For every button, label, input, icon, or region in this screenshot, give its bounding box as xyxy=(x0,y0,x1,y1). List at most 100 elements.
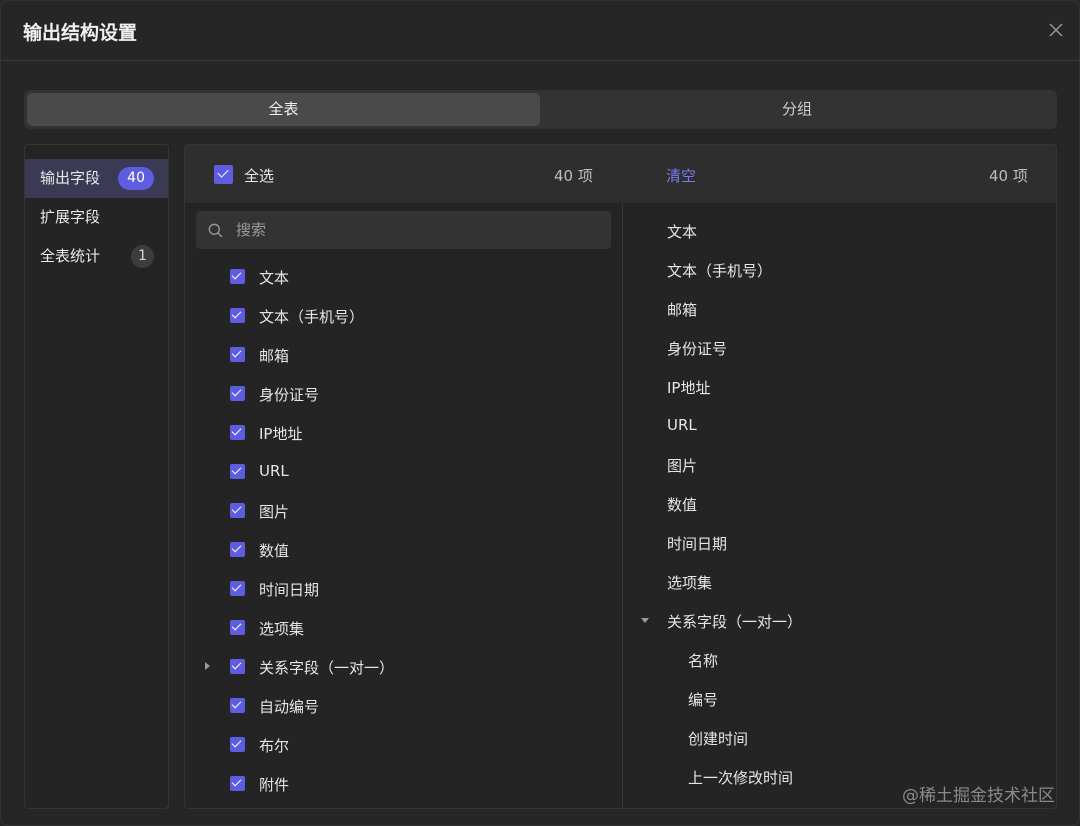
sidebar-item-label: 输出字段 xyxy=(40,169,101,187)
field-checkbox[interactable] xyxy=(230,269,245,284)
field-label: IP地址 xyxy=(259,425,303,443)
selected-field-row: 文本（手机号） xyxy=(623,250,1056,289)
selected-field-label: 上一次修改时间 xyxy=(688,769,794,787)
field-label: 数值 xyxy=(259,542,290,560)
field-row[interactable]: 附件 xyxy=(185,764,622,803)
field-row[interactable]: IP地址 xyxy=(185,413,622,452)
field-checkbox[interactable] xyxy=(230,503,245,518)
selected-field-label: 选项集 xyxy=(667,574,713,592)
field-checkbox[interactable] xyxy=(230,581,245,596)
output-structure-dialog: 输出结构设置 全表 分组 输出字段 40 扩展字段 全表统计 1 全选 40 项… xyxy=(0,0,1080,826)
sidebar-item-extended-fields[interactable]: 扩展字段 xyxy=(25,198,168,237)
selected-field-row: 文本 xyxy=(623,211,1056,250)
field-checkbox[interactable] xyxy=(230,464,245,479)
selected-field-row: 身份证号 xyxy=(623,328,1056,367)
field-label: 文本（手机号） xyxy=(259,308,365,326)
field-label: 自动编号 xyxy=(259,698,320,716)
field-label: 时间日期 xyxy=(259,581,320,599)
selected-field-label: URL xyxy=(667,416,697,434)
field-transfer-panel: 全选 40 项 清空 40 项 文本文本（手机号）邮箱身份证号IP地址URL图片… xyxy=(184,144,1057,809)
sidebar-item-table-stats[interactable]: 全表统计 1 xyxy=(25,237,168,276)
field-row[interactable]: 图片 xyxy=(185,491,622,530)
caret-down-icon[interactable] xyxy=(641,618,649,623)
selected-field-label: 图片 xyxy=(667,457,698,475)
selected-field-row: 选项集 xyxy=(623,562,1056,601)
field-checkbox[interactable] xyxy=(230,347,245,362)
dialog-title: 输出结构设置 xyxy=(23,22,138,44)
field-checkbox[interactable] xyxy=(230,542,245,557)
selected-field-label: 时间日期 xyxy=(667,535,728,553)
count-badge: 1 xyxy=(131,245,154,268)
selected-field-row: 邮箱 xyxy=(623,289,1056,328)
field-row[interactable]: 布尔 xyxy=(185,725,622,764)
sidebar-item-output-fields[interactable]: 输出字段 40 xyxy=(25,159,168,198)
panel-header: 全选 40 项 清空 40 项 xyxy=(185,145,1056,203)
close-icon xyxy=(1049,23,1063,37)
selected-field-label: 文本 xyxy=(667,223,698,241)
watermark: @稀土掘金技术社区 xyxy=(902,786,1055,806)
selected-field-label: 身份证号 xyxy=(667,340,728,358)
field-row[interactable]: 时间日期 xyxy=(185,569,622,608)
search-box xyxy=(196,211,611,249)
dialog-header: 输出结构设置 xyxy=(1,1,1080,61)
selected-field-row: 图片 xyxy=(623,445,1056,484)
field-checkbox[interactable] xyxy=(230,737,245,752)
search-input[interactable] xyxy=(236,211,596,249)
selected-field-label: 邮箱 xyxy=(667,301,698,319)
right-count: 40 项 xyxy=(989,167,1028,185)
field-checkbox[interactable] xyxy=(230,659,245,674)
field-row[interactable]: 数值 xyxy=(185,530,622,569)
tab-group[interactable]: 分组 xyxy=(540,93,1054,126)
count-badge: 40 xyxy=(118,167,154,190)
field-checkbox[interactable] xyxy=(230,425,245,440)
field-checkbox[interactable] xyxy=(230,698,245,713)
view-mode-tabs: 全表 分组 xyxy=(24,90,1057,129)
selected-field-label: 编号 xyxy=(688,691,719,709)
field-label: URL xyxy=(259,462,289,480)
tab-full-table[interactable]: 全表 xyxy=(27,93,540,126)
caret-right-icon[interactable] xyxy=(205,662,210,670)
clear-button[interactable]: 清空 xyxy=(666,165,696,186)
left-count: 40 项 xyxy=(554,167,593,185)
selected-field-label: IP地址 xyxy=(667,379,711,397)
field-label: 附件 xyxy=(259,776,290,794)
close-button[interactable] xyxy=(1047,21,1065,39)
field-label: 身份证号 xyxy=(259,386,320,404)
selected-field-row: 编号 xyxy=(623,679,1056,718)
selected-field-label: 关系字段（一对一） xyxy=(667,613,803,631)
field-label: 选项集 xyxy=(259,620,305,638)
field-row[interactable]: 自动编号 xyxy=(185,686,622,725)
field-label: 邮箱 xyxy=(259,347,290,365)
selected-field-label: 数值 xyxy=(667,496,698,514)
field-checkbox[interactable] xyxy=(230,620,245,635)
field-row[interactable]: 文本（手机号） xyxy=(185,296,622,335)
field-row[interactable]: 选项集 xyxy=(185,608,622,647)
field-row[interactable]: URL xyxy=(185,452,622,491)
selected-field-row: IP地址 xyxy=(623,367,1056,406)
sidebar-item-label: 全表统计 xyxy=(40,247,101,265)
selected-field-row: URL xyxy=(623,406,1056,445)
selected-field-label: 文本（手机号） xyxy=(667,262,773,280)
field-label: 布尔 xyxy=(259,737,290,755)
sidebar: 输出字段 40 扩展字段 全表统计 1 xyxy=(24,144,169,809)
selected-field-row: 名称 xyxy=(623,640,1056,679)
field-row[interactable]: 邮箱 xyxy=(185,335,622,374)
selected-field-label: 创建时间 xyxy=(688,730,749,748)
selected-field-row: 创建时间 xyxy=(623,718,1056,757)
selected-field-row: 关系字段（一对一） xyxy=(623,601,1056,640)
sidebar-item-label: 扩展字段 xyxy=(40,208,101,226)
selected-field-row: 数值 xyxy=(623,484,1056,523)
field-label: 文本 xyxy=(259,269,290,287)
field-row[interactable]: 身份证号 xyxy=(185,374,622,413)
field-label: 图片 xyxy=(259,503,290,521)
select-all-label: 全选 xyxy=(244,167,275,185)
select-all-checkbox[interactable] xyxy=(214,165,233,184)
search-icon xyxy=(208,223,223,238)
field-checkbox[interactable] xyxy=(230,386,245,401)
field-label: 关系字段（一对一） xyxy=(259,659,395,677)
field-row[interactable]: 文本 xyxy=(185,257,622,296)
selected-field-row: 时间日期 xyxy=(623,523,1056,562)
field-checkbox[interactable] xyxy=(230,776,245,791)
field-checkbox[interactable] xyxy=(230,308,245,323)
field-row[interactable]: 关系字段（一对一） xyxy=(185,647,622,686)
